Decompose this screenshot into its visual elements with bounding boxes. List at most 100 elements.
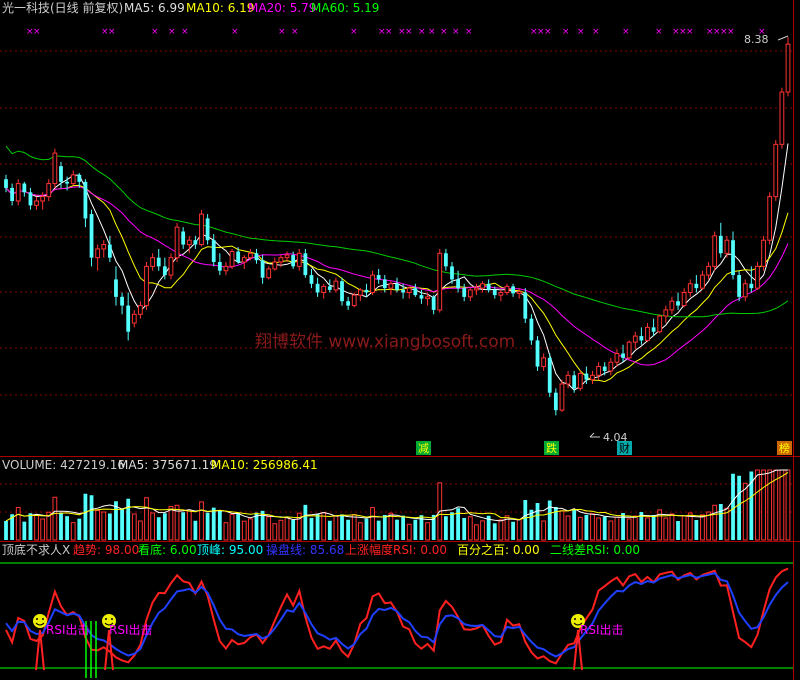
x-marker: × [592,27,600,37]
candle [608,357,614,376]
x-marker: × [151,27,159,37]
candle [309,268,314,289]
candle [241,255,247,269]
volume-bar [645,517,650,541]
x-marker: × [452,27,460,37]
x-marker: × [168,27,176,37]
candle [217,253,222,276]
candle [694,275,699,293]
volume-bar [651,515,656,540]
x-marker: × [465,27,473,37]
x-marker: × [622,27,630,37]
candle [126,292,131,341]
candle [22,181,27,197]
x-marker: × [385,27,393,37]
volume-bar [229,513,235,541]
volume-bar [83,493,88,540]
indicator-lines [0,562,793,671]
volume-bar [22,521,27,540]
volume-bar [247,518,253,541]
volume-bar [608,520,614,541]
candle [272,257,278,271]
volume-bar [425,522,430,541]
candle [626,340,632,360]
rsi-signal-label-1: RSI出击 [46,623,90,637]
candle [321,283,327,299]
signal-box-die-text: 跌 [546,441,557,455]
candle [107,235,112,262]
volume-bar [572,509,577,540]
volume-bar [126,498,131,540]
volume-bar [278,519,284,541]
candle [254,248,259,264]
candle [480,281,485,293]
volume-bar [162,513,167,540]
volume-bar [676,521,680,540]
volume-bar [376,520,381,540]
volume-bar [59,512,63,540]
candle [333,277,339,293]
candle [10,183,15,206]
x-marker: × [405,27,413,37]
volume-bar [712,504,718,541]
ma5-value: MA5: 6.99 [124,1,185,15]
rsi-signal-label-2: RSI出击 [109,623,153,637]
candle [553,388,558,416]
volume-bar [168,506,174,541]
moving-average-lines [5,143,789,391]
candle [370,270,375,296]
volume-bar [731,473,735,540]
candle [706,262,711,280]
volume-bar [632,515,638,541]
high-price-label: 8.38 [744,33,769,46]
candle [639,327,644,345]
volume-bar [321,512,327,541]
candle [602,362,607,376]
volume-bar [370,507,375,541]
volume-bar [120,508,124,540]
candle [83,179,88,228]
volume-bar [511,521,515,540]
x-marker: × [686,27,694,37]
candle [52,148,58,188]
volume-indicator-divider [0,541,800,542]
candle [547,353,552,398]
volume-bars [4,469,791,541]
signal-x-markers: × × × × × × × × × × × × × × × × × × × × × × × × × × × × × × × × × × × × [26,27,766,37]
volume-bar [687,512,693,541]
volume-bar [241,520,247,541]
candle [413,283,418,297]
stock-chart-window: × × × × × × × × × × × × × × × × × × × × × × × × × × × × × × × × × × × × 翔博软… [0,0,800,680]
candle [205,214,210,245]
volume-bar [205,512,210,540]
volume-bar [541,520,547,541]
volume-bar [144,497,149,541]
x-marker: × [291,27,299,37]
volume-bar [199,501,204,541]
volume-bar [406,523,412,541]
candle [144,262,149,310]
volume-bar [382,515,387,540]
candle [174,222,180,262]
volume-bar [315,513,320,540]
ma10-value: MA10: 6.19 [186,1,254,15]
chart-canvas[interactable]: × × × × × × × × × × × × × × × × × × × × × × × × × × × × × × × × × × × × 翔博软… [0,0,800,680]
volume-bar [755,469,760,541]
smiley-icon [33,614,47,628]
candle [156,248,161,271]
x-marker: × [440,27,448,37]
candle [346,296,351,310]
volume-bar [498,519,504,541]
peak-value: 顶峰: 95.00 [197,543,263,557]
candle [315,277,320,297]
volume-bar [626,518,632,541]
trend-value: 趋势: 98.00 [73,543,139,557]
volume-bar [535,503,540,540]
rsi-signal-label-3: RSI出击 [580,623,624,637]
trade-line-value: 操盘线: 85.68 [266,542,344,557]
x-marker: × [231,27,239,37]
candle [406,286,412,299]
candle [95,244,101,271]
volume-bar [327,520,332,540]
volume-bar [663,517,669,541]
